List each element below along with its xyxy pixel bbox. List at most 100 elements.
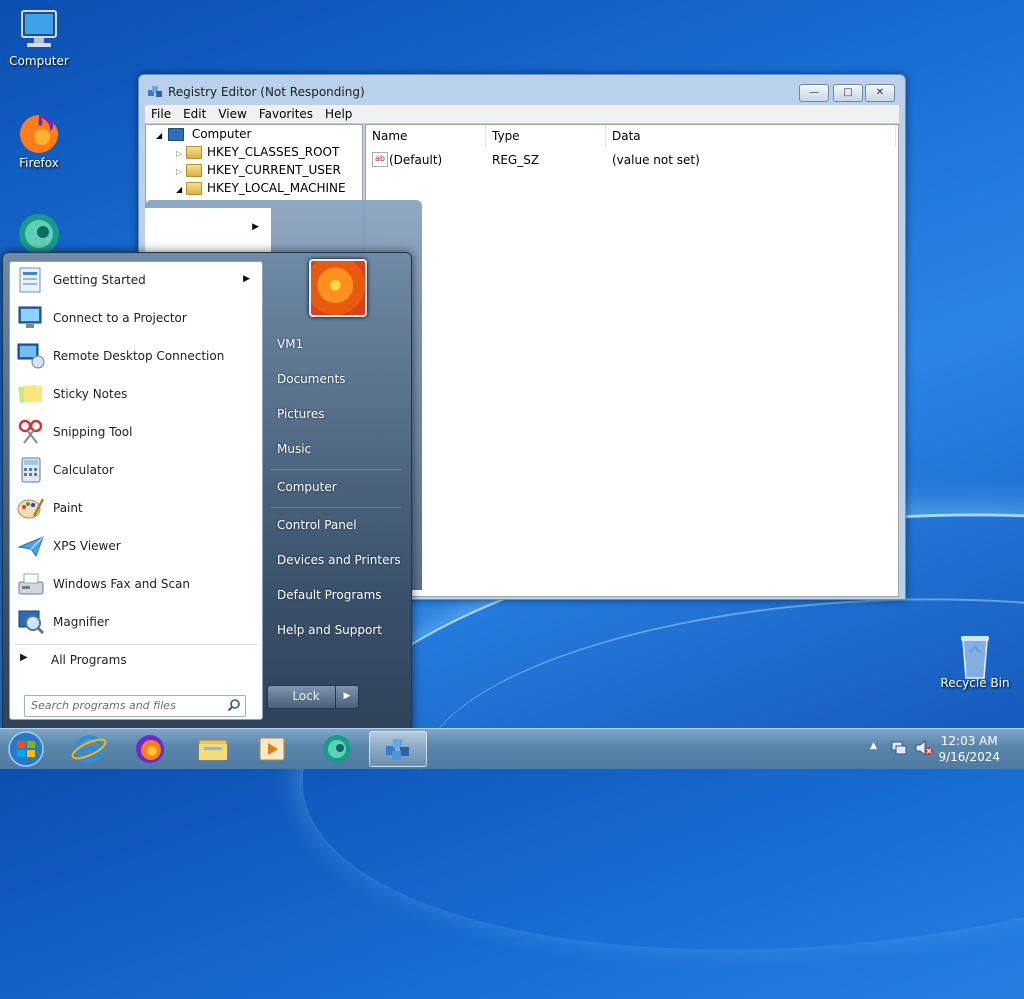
start-button[interactable] xyxy=(0,731,52,767)
app-globe-icon xyxy=(323,735,351,763)
taskbar-registry-editor[interactable] xyxy=(369,731,427,767)
divider xyxy=(271,469,401,470)
media-player-icon xyxy=(259,737,285,761)
program-connect-projector[interactable]: Connect to a Projector xyxy=(10,300,260,336)
show-hidden-icons-arrow-icon[interactable]: ▲ xyxy=(870,741,877,751)
registry-editor-icon xyxy=(147,84,163,100)
start-menu[interactable]: Getting Started ▶ Connect to a Projector… xyxy=(2,252,412,730)
column-header-type[interactable]: Type xyxy=(486,125,606,147)
tree-item-label: Computer xyxy=(191,127,252,141)
window-title: Registry Editor (Not Responding) xyxy=(168,85,365,99)
folder-icon xyxy=(185,164,202,177)
table-row[interactable]: ab (Default) REG_SZ (value not set) xyxy=(366,151,896,169)
maximize-button[interactable]: □ xyxy=(833,84,863,102)
program-label: Snipping Tool xyxy=(53,425,133,439)
snipping-tool-icon xyxy=(16,418,46,446)
sticky-notes-icon xyxy=(16,380,46,408)
search-input[interactable]: Search programs and files xyxy=(24,695,246,717)
desktop-icon-firefox[interactable]: Firefox xyxy=(1,110,77,170)
folder-icon xyxy=(198,739,228,761)
divider xyxy=(271,507,401,508)
program-fax-scan[interactable]: Windows Fax and Scan xyxy=(10,566,260,602)
taskbar-file-explorer[interactable] xyxy=(184,731,242,767)
tree-item-computer[interactable]: ◢ Computer xyxy=(156,127,251,145)
program-label: Getting Started xyxy=(53,273,146,287)
close-button[interactable]: ✕ xyxy=(865,84,895,102)
chevron-right-icon: ▶ xyxy=(252,222,259,232)
place-music[interactable]: Music xyxy=(277,442,311,456)
program-paint[interactable]: Paint xyxy=(10,490,260,526)
fax-scan-icon xyxy=(16,570,46,598)
volume-muted-icon[interactable] xyxy=(914,739,934,760)
user-picture-avatar[interactable] xyxy=(309,259,367,317)
search-placeholder: Search programs and files xyxy=(31,699,176,712)
tree-item-hkcr[interactable]: ▷ HKEY_CLASSES_ROOT xyxy=(176,145,339,163)
program-sticky-notes[interactable]: Sticky Notes xyxy=(10,376,260,412)
place-default-programs[interactable]: Default Programs xyxy=(277,588,382,602)
network-icon[interactable] xyxy=(890,739,908,760)
place-control-panel[interactable]: Control Panel xyxy=(277,518,357,532)
menu-file[interactable]: File xyxy=(145,105,177,123)
taskbar-firefox[interactable] xyxy=(121,731,179,767)
program-calculator[interactable]: Calculator xyxy=(10,452,260,488)
chevron-right-icon: ▶ xyxy=(20,652,28,663)
collapse-icon[interactable]: ◢ xyxy=(156,131,162,140)
title-bar[interactable]: Registry Editor (Not Responding) — □ ✕ xyxy=(139,75,905,103)
expand-icon[interactable]: ▷ xyxy=(176,149,182,158)
string-value-icon: ab xyxy=(372,152,388,167)
program-label: Magnifier xyxy=(53,615,110,629)
lock-button[interactable]: Lock xyxy=(267,685,345,709)
all-programs-button[interactable]: ▶ All Programs xyxy=(10,648,260,674)
chevron-right-icon[interactable]: ▶ xyxy=(243,274,250,284)
tree-item-hkcu[interactable]: ▷ HKEY_CURRENT_USER xyxy=(176,163,341,181)
app-globe-icon xyxy=(15,212,63,256)
taskbar-internet-explorer[interactable] xyxy=(60,731,118,767)
tree-item-hklm[interactable]: ◢ HKEY_LOCAL_MACHINE xyxy=(176,181,346,199)
shutdown-options-arrow-icon[interactable]: ▶ xyxy=(335,685,359,709)
taskbar: ▲ 12:03 AM 9/16/2024 xyxy=(0,728,1024,769)
search-icon[interactable] xyxy=(227,698,241,715)
menu-help[interactable]: Help xyxy=(319,105,358,123)
value-name: (Default) xyxy=(389,153,443,167)
place-help-support[interactable]: Help and Support xyxy=(277,623,382,637)
minimize-button[interactable]: — xyxy=(799,84,829,102)
clock-time: 12:03 AM xyxy=(940,734,998,748)
place-computer[interactable]: Computer xyxy=(277,480,337,494)
windows-logo-icon xyxy=(8,731,44,767)
program-getting-started[interactable]: Getting Started ▶ xyxy=(10,262,260,298)
value-type: REG_SZ xyxy=(492,153,540,167)
value-data: (value not set) xyxy=(612,153,700,167)
getting-started-icon xyxy=(16,266,46,294)
taskbar-app-globe[interactable] xyxy=(308,731,366,767)
expand-icon[interactable]: ▷ xyxy=(176,167,182,176)
xps-viewer-icon xyxy=(16,532,46,560)
place-user-folder[interactable]: VM1 xyxy=(277,337,303,351)
place-documents[interactable]: Documents xyxy=(277,372,345,386)
taskbar-media-player[interactable] xyxy=(243,731,301,767)
menu-view[interactable]: View xyxy=(212,105,252,123)
internet-explorer-icon xyxy=(71,735,107,763)
desktop-icon-computer[interactable]: Computer xyxy=(1,8,77,68)
menu-edit[interactable]: Edit xyxy=(177,105,212,123)
system-clock[interactable]: 12:03 AM 9/16/2024 xyxy=(938,733,1000,765)
desktop-icon-label: Firefox xyxy=(19,156,59,170)
desktop-icon-recycle-bin[interactable]: Recycle Bin xyxy=(937,630,1013,690)
collapse-icon[interactable]: ◢ xyxy=(176,185,182,194)
program-snipping-tool[interactable]: Snipping Tool xyxy=(10,414,260,450)
place-devices-printers[interactable]: Devices and Printers xyxy=(277,553,401,567)
program-magnifier[interactable]: Magnifier xyxy=(10,604,260,640)
menu-favorites[interactable]: Favorites xyxy=(253,105,319,123)
tree-item-label: HKEY_LOCAL_MACHINE xyxy=(206,181,346,195)
registry-values-pane[interactable]: Name Type Data ab (Default) REG_SZ (valu… xyxy=(365,124,899,597)
place-pictures[interactable]: Pictures xyxy=(277,407,325,421)
folder-icon xyxy=(185,146,202,159)
remote-desktop-icon xyxy=(16,342,46,370)
firefox-icon xyxy=(136,735,164,763)
column-header-name[interactable]: Name xyxy=(366,125,486,147)
program-remote-desktop[interactable]: Remote Desktop Connection xyxy=(10,338,260,374)
program-label: Remote Desktop Connection xyxy=(53,349,225,363)
column-header-data[interactable]: Data xyxy=(606,125,896,147)
program-label: Calculator xyxy=(53,463,114,477)
program-xps-viewer[interactable]: XPS Viewer xyxy=(10,528,260,564)
jumplist-item[interactable]: ▶ xyxy=(145,208,271,252)
